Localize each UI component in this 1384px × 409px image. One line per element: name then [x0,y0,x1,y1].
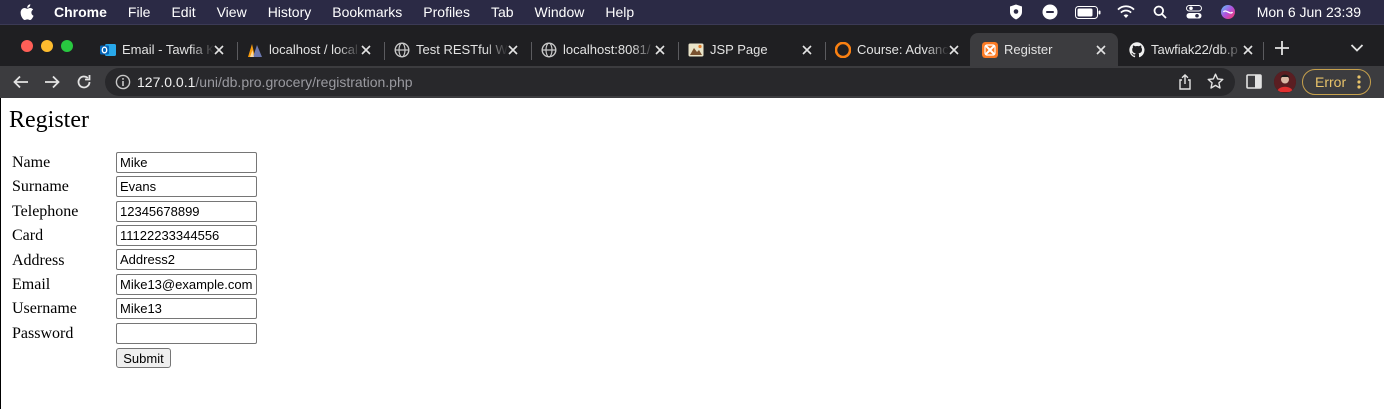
url-text[interactable]: 127.0.0.1/uni/db.pro.grocery/registratio… [137,74,413,90]
tab-github[interactable]: Tawfiak22/db.p [1117,33,1265,67]
side-panel-icon[interactable] [1246,74,1262,89]
tab-title: Test RESTful We [416,42,508,57]
tab-strip: Email - Tawfia K localhost / local Test … [0,24,1384,67]
siri-icon[interactable] [1219,4,1237,20]
menu-window[interactable]: Window [535,4,585,20]
tab-phpmyadmin[interactable]: localhost / local [235,33,383,67]
close-icon[interactable] [653,43,667,57]
apple-icon[interactable] [20,2,36,22]
status-area: Mon 6 Jun 23:39 [991,0,1384,24]
battery-icon[interactable] [1074,4,1101,20]
password-field[interactable] [116,323,257,344]
telephone-label: Telephone [12,203,79,220]
menu-history[interactable]: History [268,4,312,20]
page-content: Register Name Surname Telephone Card Add… [0,98,1384,409]
vpn-shield-icon[interactable] [1007,4,1025,20]
surname-field[interactable] [116,176,257,197]
surname-label: Surname [12,178,69,195]
menu-edit[interactable]: Edit [171,4,195,20]
tab-title: JSP Page [710,42,768,57]
back-arrow-icon[interactable] [12,73,30,91]
phpmyadmin-icon [248,44,262,57]
menu-view[interactable]: View [217,4,247,20]
focus-icon[interactable] [1041,4,1059,20]
address-label: Address [12,252,65,269]
bookmark-star-icon[interactable] [1207,73,1224,90]
username-label: Username [12,300,77,317]
reload-icon[interactable] [75,73,93,91]
menu-bookmarks[interactable]: Bookmarks [332,4,402,20]
close-icon[interactable] [800,43,814,57]
close-icon[interactable] [506,43,520,57]
site-info-icon[interactable] [115,74,131,90]
email-field[interactable] [116,274,257,295]
github-icon [1129,42,1145,58]
tab-course[interactable]: Course: Advanc [823,33,971,67]
tab-title: Tawfiak22/db.p [1151,42,1238,57]
macos-menu-bar: Chrome File Edit View History Bookmarks … [0,0,1384,24]
avatar-image-icon [1274,71,1296,93]
moodle-icon [835,42,851,58]
url-path: /uni/db.pro.grocery/registration.php [195,74,413,90]
tab-title: localhost:8081/ [563,42,651,57]
telephone-field[interactable] [116,201,257,222]
menu-chrome[interactable]: Chrome [54,4,107,20]
tab-title: Register [1004,42,1053,57]
url-host: 127.0.0.1 [137,74,196,90]
username-field[interactable] [116,298,257,319]
close-icon[interactable] [947,43,961,57]
tab-jsp-page[interactable]: JSP Page [676,33,824,67]
email-label: Email [12,276,51,293]
globe-icon [394,42,410,58]
chevron-down-icon[interactable] [1350,43,1364,53]
close-icon[interactable] [1094,43,1108,57]
tab-restful[interactable]: Test RESTful We [382,33,530,67]
page-title: Register [9,107,89,133]
tab-title: Course: Advanc [857,42,949,57]
share-icon[interactable] [1177,74,1193,90]
tab-title: Email - Tawfia K [122,42,214,57]
address-field[interactable] [116,249,257,270]
name-label: Name [12,154,51,171]
browser-toolbar: 127.0.0.1/uni/db.pro.grocery/registratio… [0,66,1384,98]
globe-icon [541,42,557,58]
xampp-icon [982,42,998,58]
app-menu: Chrome File Edit View History Bookmarks … [54,0,655,24]
name-field[interactable] [116,152,257,173]
zoom-window-button[interactable] [61,40,73,52]
menu-tab[interactable]: Tab [491,4,514,20]
error-label: Error [1315,74,1347,90]
address-bar[interactable]: 127.0.0.1/uni/db.pro.grocery/registratio… [105,68,1235,96]
new-tab-plus-icon[interactable] [1274,40,1290,56]
minimize-window-button[interactable] [41,40,53,52]
forward-arrow-icon[interactable] [43,73,61,91]
tab-title: localhost / local [269,42,358,57]
close-window-button[interactable] [21,40,33,52]
card-label: Card [12,227,44,244]
tab-email[interactable]: Email - Tawfia K [88,33,236,67]
tab-localhost-8081[interactable]: localhost:8081/ [529,33,677,67]
close-icon[interactable] [212,43,226,57]
kebab-menu-icon [1357,75,1361,89]
submit-button[interactable]: Submit [116,348,171,368]
profile-avatar[interactable] [1274,71,1296,93]
error-menu-button[interactable]: Error [1302,69,1371,95]
wifi-icon[interactable] [1117,4,1135,20]
tab-separator [1263,42,1264,60]
menu-file[interactable]: File [128,4,151,20]
control-center-icon[interactable] [1185,4,1203,20]
jsp-icon [688,43,704,57]
spotlight-search-icon[interactable] [1151,4,1169,20]
menu-profiles[interactable]: Profiles [423,4,470,20]
tab-register[interactable]: Register [970,33,1118,67]
menu-help[interactable]: Help [605,4,634,20]
card-field[interactable] [116,225,257,246]
close-icon[interactable] [359,43,373,57]
close-icon[interactable] [1241,43,1255,57]
password-label: Password [12,325,74,342]
outlook-icon [100,44,116,56]
menubar-clock[interactable]: Mon 6 Jun 23:39 [1257,4,1361,20]
